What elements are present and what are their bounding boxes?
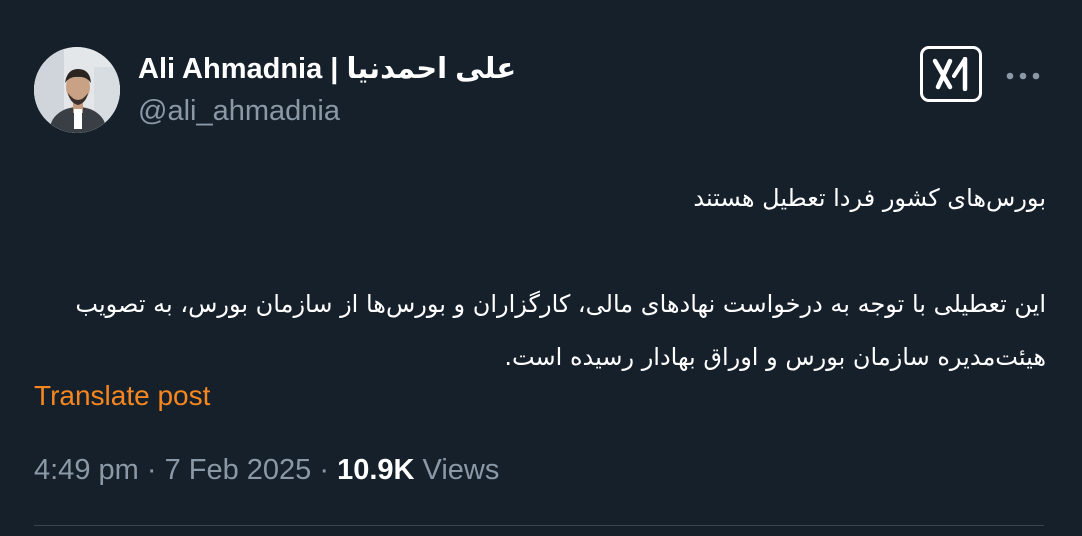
post-time[interactable]: 4:49 pm (34, 454, 139, 486)
author-display-name[interactable]: Ali Ahmadnia | علی احمدنیا (138, 52, 516, 86)
avatar-photo (34, 47, 120, 133)
meta-separator: · (311, 454, 338, 486)
tweet-body: این تعطیلی با توجه به درخواست نهادهای ما… (75, 290, 1046, 371)
tweet-headline: بورس‌های کشور فردا تعطیل هستند (693, 184, 1046, 212)
avatar[interactable] (34, 47, 120, 133)
more-horizontal-icon (1006, 72, 1040, 80)
meta-separator: · (138, 454, 165, 486)
grok-button[interactable] (920, 46, 982, 102)
more-options-button[interactable] (1000, 56, 1046, 96)
grok-icon (932, 57, 968, 91)
divider (34, 525, 1044, 526)
views-count[interactable]: 10.9K (337, 454, 414, 486)
views-label: Views (414, 454, 500, 486)
translate-post-link[interactable]: Translate post (34, 378, 210, 414)
post-date[interactable]: 7 Feb 2025 (165, 454, 312, 486)
tweet-text: بورس‌های کشور فردا تعطیل هستند این تعطیل… (36, 172, 1046, 384)
tweet-meta: 4:49 pm · 7 Feb 2025 · 10.9K Views (34, 452, 499, 488)
author-handle[interactable]: @ali_ahmadnia (138, 94, 340, 128)
